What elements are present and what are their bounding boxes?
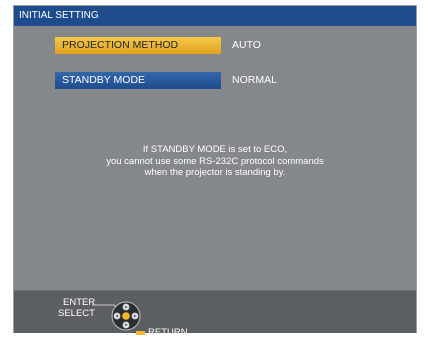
direction-pad-icon <box>111 301 141 331</box>
menu-item-projection-method[interactable]: PROJECTION METHOD <box>55 37 221 54</box>
notice-line: when the projector is standing by. <box>144 167 286 178</box>
notice-line: you cannot use some RS-232C protocol com… <box>106 155 324 167</box>
footer-help-bar: ENTER SELECT RETURN <box>14 290 416 338</box>
standby-mode-value: NORMAL <box>232 74 277 86</box>
menu-item-standby-mode[interactable]: STANDBY MODE <box>55 72 221 89</box>
notice-line: If STANDBY MODE is set to ECO, <box>142 144 288 155</box>
standby-notice: If STANDBY MODE is set to ECO, you canno… <box>14 144 416 179</box>
settings-panel: PROJECTION METHOD AUTO STANDBY MODE NORM… <box>14 26 416 290</box>
return-hint: RETURN <box>148 327 188 338</box>
initial-setting-window: INITIAL SETTING PROJECTION METHOD AUTO S… <box>13 5 417 338</box>
return-button-icon <box>136 331 145 335</box>
window-title: INITIAL SETTING <box>14 6 416 26</box>
projection-method-value: AUTO <box>232 39 261 51</box>
enter-button-icon <box>122 312 130 320</box>
